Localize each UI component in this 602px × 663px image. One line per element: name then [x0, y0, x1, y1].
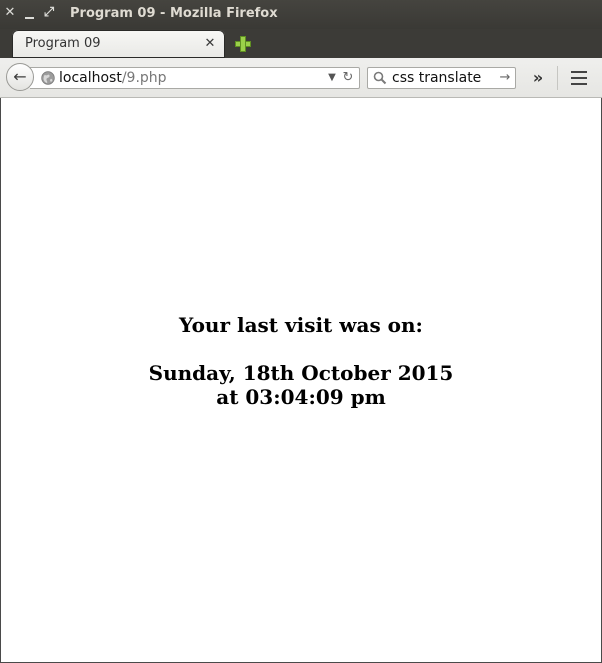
- magnifier-icon[interactable]: [373, 71, 387, 85]
- browser-window: ✕ ⤢ Program 09 - Mozilla Firefox Program…: [0, 0, 602, 663]
- search-bar[interactable]: css translate →: [367, 67, 516, 89]
- url-path: /9.php: [121, 70, 167, 86]
- search-input[interactable]: css translate: [392, 69, 481, 87]
- minimize-icon[interactable]: [23, 5, 37, 21]
- last-visit-date: Sunday, 18th October 2015: [148, 361, 454, 385]
- url-text[interactable]: localhost/9.php: [59, 69, 167, 87]
- window-title: Program 09 - Mozilla Firefox: [70, 6, 278, 21]
- last-visit-block: Your last visit was on: Sunday, 18th Oct…: [1, 313, 601, 409]
- back-button[interactable]: ←: [6, 63, 34, 91]
- close-icon[interactable]: ✕: [3, 5, 17, 21]
- back-arrow-icon: ←: [13, 67, 27, 86]
- page-heading: Your last visit was on:: [179, 313, 423, 337]
- plus-icon[interactable]: [234, 35, 252, 53]
- maximize-icon[interactable]: ⤢: [42, 5, 56, 21]
- arrow-right-icon[interactable]: →: [498, 69, 512, 87]
- reload-icon[interactable]: ↻: [341, 69, 355, 87]
- globe-icon[interactable]: [41, 71, 55, 85]
- page-content: Your last visit was on: Sunday, 18th Oct…: [0, 98, 602, 663]
- toolbar-separator: [557, 66, 558, 90]
- tab-label: Program 09: [25, 36, 101, 51]
- title-bar: ✕ ⤢ Program 09 - Mozilla Firefox: [0, 0, 602, 29]
- last-visit-time: at 03:04:09 pm: [216, 385, 386, 409]
- navigation-toolbar: localhost/9.php ▼ ↻ ← css translate → »: [0, 58, 602, 98]
- tab-strip: Program 09 ✕: [0, 29, 602, 58]
- url-host: localhost: [59, 70, 122, 86]
- tab-program-09[interactable]: Program 09 ✕: [12, 30, 225, 58]
- url-bar[interactable]: localhost/9.php ▼ ↻: [30, 67, 360, 89]
- double-chevron-icon[interactable]: »: [528, 68, 548, 88]
- hamburger-icon[interactable]: [570, 70, 588, 86]
- chevron-down-icon[interactable]: ▼: [327, 71, 337, 85]
- tab-close-icon[interactable]: ✕: [203, 36, 217, 52]
